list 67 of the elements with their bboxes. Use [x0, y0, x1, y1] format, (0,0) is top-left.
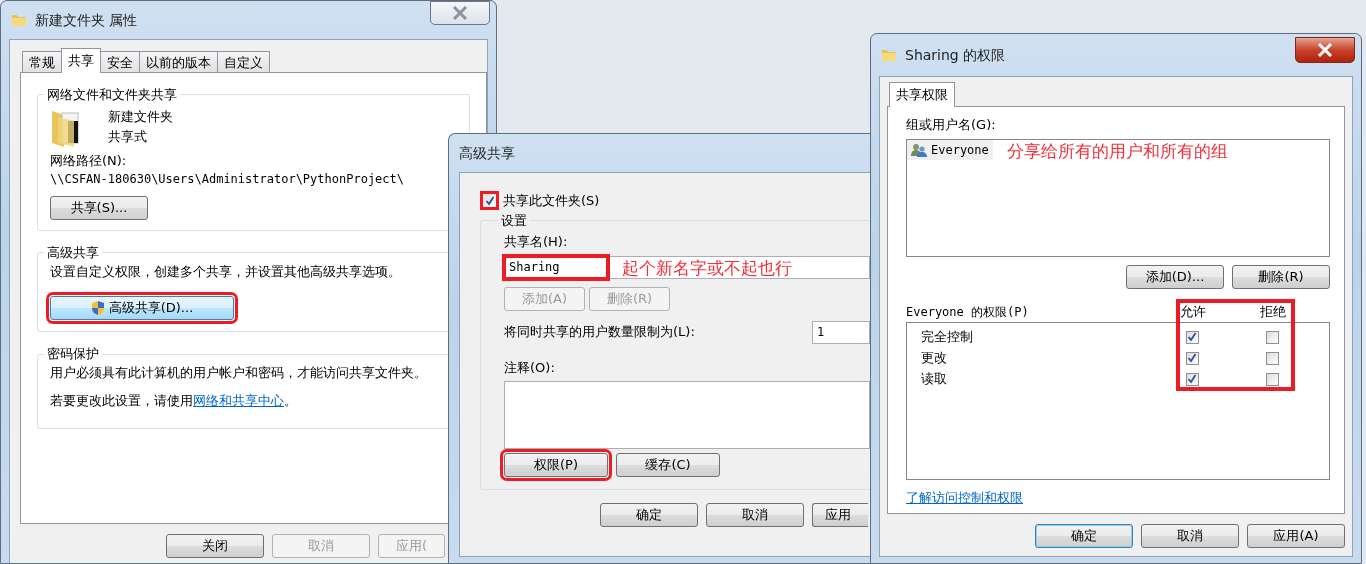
close-icon	[1317, 43, 1333, 57]
dialog-button[interactable]: 取消	[706, 503, 804, 528]
dialog-button[interactable]: 缓存(C)	[616, 453, 720, 478]
network-center-link[interactable]: 网络和共享中心	[193, 392, 284, 408]
dialog-button[interactable]: 应用(A)	[1247, 524, 1345, 548]
user-limit-field[interactable]: 1	[812, 320, 870, 344]
checkbox[interactable]	[1185, 372, 1199, 386]
tab[interactable]: 共享权限	[889, 82, 955, 107]
column-header: 拒绝	[1259, 302, 1287, 321]
dialog-button[interactable]: 应用	[812, 503, 868, 528]
field-label: 将同时共享的用户数量限制为(L):	[504, 323, 696, 342]
check-icon	[1187, 332, 1197, 342]
group-title: 密码保护	[46, 346, 100, 362]
window-title: 高级共享	[459, 143, 515, 163]
comment-field[interactable]	[504, 381, 870, 450]
users-icon	[911, 142, 927, 157]
folder-icon	[11, 12, 27, 28]
tab[interactable]: 共享	[61, 48, 101, 73]
checkbox[interactable]	[1265, 372, 1279, 386]
field-label: Everyone 的权限(P)	[906, 303, 1030, 321]
dialog-button[interactable]: 取消	[1141, 524, 1239, 548]
description: 用户必须具有此计算机的用户帐户和密码，才能访问共享文件夹。	[50, 365, 428, 381]
group-title: 设置	[500, 212, 528, 229]
folder-icon	[881, 47, 897, 63]
field-label: 组或用户名(G):	[906, 116, 997, 134]
user-list-item[interactable]: Everyone	[907, 139, 993, 160]
window-title: Sharing 的权限	[905, 45, 1006, 65]
description: 设置自定义权限，创建多个共享，并设置其他高级共享选项。	[50, 264, 402, 280]
permission-name: 更改	[920, 349, 948, 368]
tab[interactable]: 常规	[22, 51, 62, 72]
tab[interactable]: 自定义	[217, 51, 270, 72]
share-button[interactable]: 共享(S)...	[50, 196, 148, 221]
checkbox[interactable]	[480, 191, 499, 211]
group-title: 网络文件和文件夹共享	[46, 87, 178, 103]
path-label: 网络路径(N):	[50, 151, 128, 170]
annotation-text: 起个新名字或不起也行	[622, 256, 792, 280]
dialog-button[interactable]: 确定	[600, 503, 698, 528]
tab[interactable]: 安全	[100, 51, 140, 72]
folder-name: 新建文件夹	[108, 108, 173, 127]
check-icon	[484, 195, 495, 206]
checkbox-label: 共享此文件夹(S)	[503, 192, 600, 210]
checkbox[interactable]	[1265, 351, 1279, 365]
checkbox[interactable]	[1265, 330, 1279, 344]
dialog-button[interactable]: 删除(R)	[1232, 264, 1330, 289]
column-header: 允许	[1179, 302, 1207, 321]
field-label: 共享名(H):	[504, 233, 569, 252]
share-status: 共享式	[108, 127, 148, 146]
close-button[interactable]	[1295, 37, 1355, 63]
annotation-text: 分享给所有的用户和所有的组	[1007, 139, 1228, 163]
group-title: 高级共享	[46, 245, 100, 261]
permission-name: 读取	[920, 370, 948, 389]
permission-name: 完全控制	[920, 328, 974, 347]
shield-icon	[90, 299, 105, 316]
help-link[interactable]: 了解访问控制和权限	[906, 489, 1023, 505]
field-label: 注释(O):	[504, 358, 556, 377]
dialog-button[interactable]: 确定	[1035, 524, 1133, 548]
check-icon	[1187, 374, 1197, 384]
dialog-button[interactable]: 添加(D)...	[1126, 264, 1224, 289]
checkbox[interactable]	[1185, 351, 1199, 365]
checkbox[interactable]	[1185, 330, 1199, 344]
close-button[interactable]	[430, 1, 490, 25]
check-icon	[1187, 353, 1197, 363]
dialog-button[interactable]: 关闭	[166, 534, 264, 558]
window-title: 新建文件夹 属性	[35, 10, 138, 30]
network-path: \\CSFAN-180630\Users\Administrator\PythonProject\	[50, 171, 405, 189]
close-icon	[452, 6, 468, 20]
tab[interactable]: 以前的版本	[139, 51, 218, 72]
